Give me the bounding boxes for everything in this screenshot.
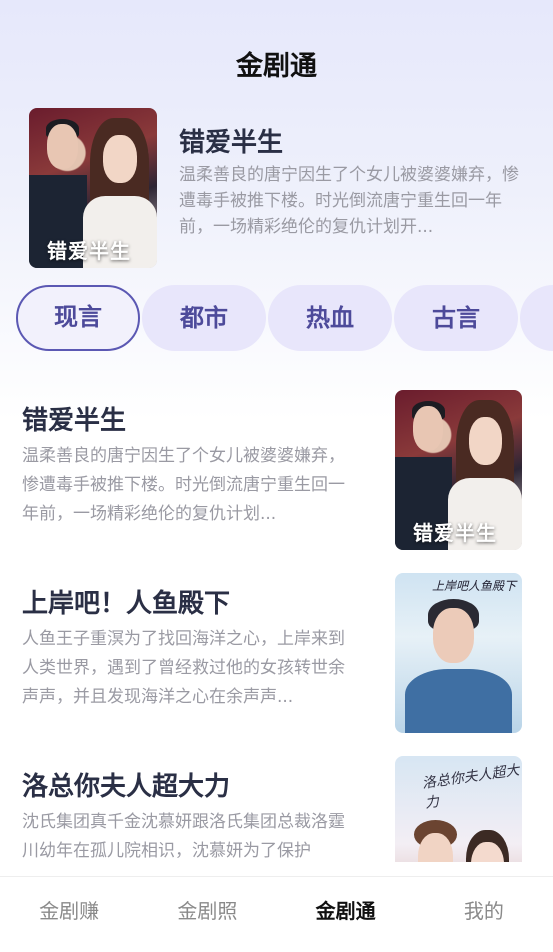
tab-jinjuzhuan[interactable]: 金剧赚: [0, 877, 138, 952]
list-item[interactable]: 洛总你夫人超大力 沈氏集团真千金沈慕妍跟洛氏集团总裁洛霆川幼年在孤儿院相识，沈慕…: [22, 756, 522, 862]
list-item-description: 人鱼王子重溟为了找回海洋之心，上岸来到人类世界，遇到了曾经救过他的女孩转世余声声…: [22, 629, 345, 707]
list-item-description: 温柔善良的唐宁因生了个女儿被婆婆嫌弃，惨遭毒手被推下楼。时光倒流唐宁重生回一年前…: [22, 446, 345, 524]
list-item-title[interactable]: 洛总你夫人超大力: [22, 766, 230, 803]
list-item[interactable]: 错爱半生 温柔善良的唐宁因生了个女儿被婆婆嫌弃，惨遭毒手被推下楼。时光倒流唐宁重…: [22, 390, 522, 550]
featured-description: 温柔善良的唐宁因生了个女儿被婆婆嫌弃，惨遭毒手被推下楼。时光倒流唐宁重生回一年前…: [179, 165, 519, 237]
list-item-cover[interactable]: 错爱半生: [395, 390, 522, 550]
featured-title[interactable]: 错爱半生: [179, 122, 283, 159]
list-item-description: 沈氏集团真千金沈慕妍跟洛氏集团总裁洛霆川幼年在孤儿院相识，沈慕妍为了保护: [22, 812, 345, 861]
cover-title-text: 上岸吧人鱼殿下: [431, 579, 516, 593]
cover-title-text: 错爱半生: [413, 521, 497, 545]
featured-drama[interactable]: 错爱半生 错爱半生 温柔善良的唐宁因生了个女儿被婆婆嫌弃，惨遭毒手被推下楼。时光…: [29, 108, 529, 268]
cover-title-text: 错爱半生: [47, 239, 131, 263]
list-item-title[interactable]: 错爱半生: [22, 400, 126, 437]
cover-title-text: 洛总你夫人超大力: [421, 762, 521, 812]
page-title: 金剧通: [236, 51, 317, 82]
category-tab-dushi[interactable]: 都市: [142, 285, 266, 351]
list-item-cover[interactable]: 上岸吧人鱼殿下: [395, 573, 522, 733]
featured-cover-image[interactable]: 错爱半生: [29, 108, 157, 268]
category-tab-guyan[interactable]: 古言: [394, 285, 518, 351]
list-item-title[interactable]: 上岸吧！人鱼殿下: [22, 583, 230, 620]
list-item[interactable]: 上岸吧！人鱼殿下 人鱼王子重溟为了找回海洋之心，上岸来到人类世界，遇到了曾经救过…: [22, 573, 522, 733]
tab-jinjutong[interactable]: 金剧通: [277, 877, 415, 952]
category-tab-rexue[interactable]: 热血: [268, 285, 392, 351]
bottom-tab-bar: 金剧赚 金剧照 金剧通 我的: [0, 876, 553, 952]
tab-jinjuzhao[interactable]: 金剧照: [138, 877, 276, 952]
category-tabs: 现言 都市 热血 古言: [16, 285, 553, 351]
tab-mine[interactable]: 我的: [415, 877, 553, 952]
category-tab-xianyan[interactable]: 现言: [16, 285, 140, 351]
category-tab-more[interactable]: [520, 285, 553, 351]
list-item-cover[interactable]: 洛总你夫人超大力: [395, 756, 522, 862]
